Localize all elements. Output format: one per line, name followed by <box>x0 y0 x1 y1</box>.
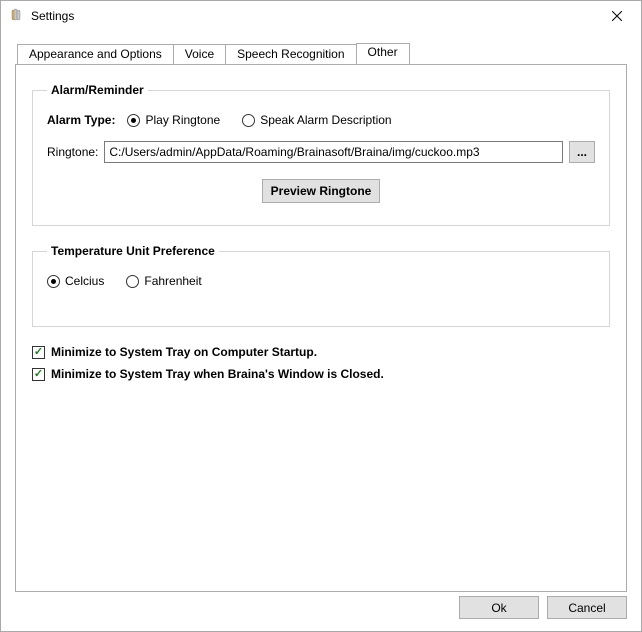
close-button[interactable] <box>594 2 639 31</box>
tab-speech[interactable]: Speech Recognition <box>225 44 356 65</box>
tab-panel-other: Alarm/Reminder Alarm Type: Play Ringtone… <box>15 64 627 592</box>
client-area: Appearance and Options Voice Speech Reco… <box>1 31 641 606</box>
checkbox-minimize-startup[interactable]: Minimize to System Tray on Computer Star… <box>32 345 610 359</box>
alarm-group: Alarm/Reminder Alarm Type: Play Ringtone… <box>32 83 610 226</box>
radio-icon <box>47 275 60 288</box>
radio-icon <box>126 275 139 288</box>
radio-label: Fahrenheit <box>144 274 201 288</box>
temperature-group: Temperature Unit Preference Celcius Fahr… <box>32 244 610 327</box>
temperature-legend: Temperature Unit Preference <box>47 244 219 258</box>
app-icon <box>9 8 25 24</box>
settings-window: Settings Appearance and Options Voice Sp… <box>0 0 642 632</box>
checkbox-label: Minimize to System Tray on Computer Star… <box>51 345 317 359</box>
tab-other[interactable]: Other <box>356 43 410 64</box>
radio-icon <box>242 114 255 127</box>
checkbox-icon <box>32 368 45 381</box>
browse-button[interactable]: ... <box>569 141 595 163</box>
temp-row: Celcius Fahrenheit <box>47 274 595 288</box>
alarm-type-label: Alarm Type: <box>47 113 115 127</box>
ringtone-label: Ringtone: <box>47 145 98 159</box>
ringtone-row: Ringtone: ... <box>47 141 595 163</box>
checkbox-label: Minimize to System Tray when Braina's Wi… <box>51 367 384 381</box>
tabs: Appearance and Options Voice Speech Reco… <box>15 43 627 64</box>
checkbox-icon <box>32 346 45 359</box>
tab-voice[interactable]: Voice <box>173 44 226 65</box>
ringtone-path-input[interactable] <box>104 141 563 163</box>
radio-label: Speak Alarm Description <box>260 113 391 127</box>
radio-label: Play Ringtone <box>145 113 220 127</box>
checkbox-minimize-closed[interactable]: Minimize to System Tray when Braina's Wi… <box>32 367 610 381</box>
radio-play-ringtone[interactable]: Play Ringtone <box>127 113 220 127</box>
ok-button[interactable]: Ok <box>459 596 539 619</box>
preview-ringtone-button[interactable]: Preview Ringtone <box>262 179 381 203</box>
tab-appearance[interactable]: Appearance and Options <box>17 44 174 65</box>
window-title: Settings <box>31 9 594 23</box>
footer-buttons: Ok Cancel <box>459 596 627 619</box>
alarm-type-row: Alarm Type: Play Ringtone Speak Alarm De… <box>47 113 595 127</box>
radio-celcius[interactable]: Celcius <box>47 274 104 288</box>
radio-fahrenheit[interactable]: Fahrenheit <box>126 274 201 288</box>
preview-row: Preview Ringtone <box>47 179 595 203</box>
cancel-button[interactable]: Cancel <box>547 596 627 619</box>
radio-speak-desc[interactable]: Speak Alarm Description <box>242 113 391 127</box>
radio-icon <box>127 114 140 127</box>
radio-label: Celcius <box>65 274 104 288</box>
alarm-legend: Alarm/Reminder <box>47 83 148 97</box>
titlebar: Settings <box>1 1 641 31</box>
